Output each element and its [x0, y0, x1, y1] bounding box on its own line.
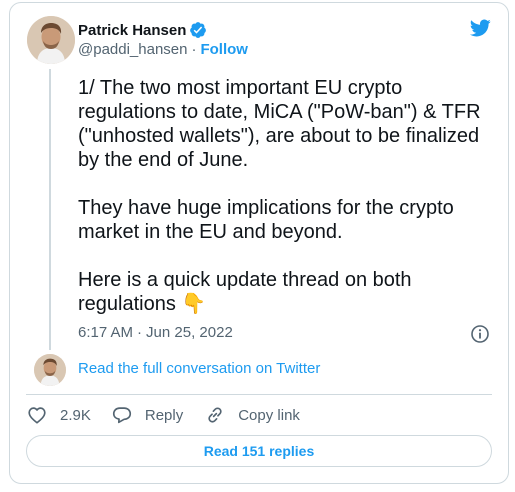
twitter-bird-icon[interactable]	[468, 17, 492, 39]
tweet-actions: 2.9K Reply Copy link	[26, 403, 300, 427]
author-name-row: Patrick Hansen	[78, 20, 207, 40]
verified-badge-icon	[189, 21, 207, 39]
author-display-name[interactable]: Patrick Hansen	[78, 22, 186, 39]
copy-link-button[interactable]: Copy link	[204, 404, 300, 426]
reply-button[interactable]: Reply	[111, 404, 183, 426]
avatar-image	[27, 16, 75, 64]
author-handle-row: @paddi_hansen · Follow	[78, 41, 248, 58]
heart-icon	[28, 407, 46, 424]
like-button[interactable]: 2.9K	[26, 404, 91, 426]
speech-bubble-icon	[112, 407, 131, 424]
thread-line	[49, 69, 51, 350]
tweet-date: Jun 25, 2022	[146, 324, 233, 341]
read-full-conversation-link[interactable]: Read the full conversation on Twitter	[78, 360, 320, 377]
tweet-time: 6:17 AM	[78, 324, 134, 341]
tweet-card: Patrick Hansen @paddi_hansen · Follow 1/…	[9, 2, 509, 484]
copy-link-label: Copy link	[238, 406, 300, 424]
actions-divider	[26, 394, 492, 395]
follow-link[interactable]: Follow	[200, 41, 248, 58]
timestamp-separator: ·	[137, 324, 143, 341]
like-count: 2.9K	[60, 406, 91, 424]
tweet-timestamp[interactable]: 6:17 AM · Jun 25, 2022	[78, 324, 233, 341]
handle-separator: ·	[191, 41, 197, 58]
avatar-image	[34, 354, 66, 386]
reply-label: Reply	[144, 406, 184, 424]
tweet-text: 1/ The two most important EU crypto regu…	[78, 77, 481, 315]
link-icon	[208, 407, 222, 423]
author-handle[interactable]: @paddi_hansen	[78, 41, 187, 58]
read-replies-button[interactable]: Read 151 replies	[26, 435, 492, 467]
info-icon[interactable]	[470, 324, 490, 344]
conversation-avatar[interactable]	[34, 354, 66, 386]
author-avatar[interactable]	[27, 16, 75, 64]
